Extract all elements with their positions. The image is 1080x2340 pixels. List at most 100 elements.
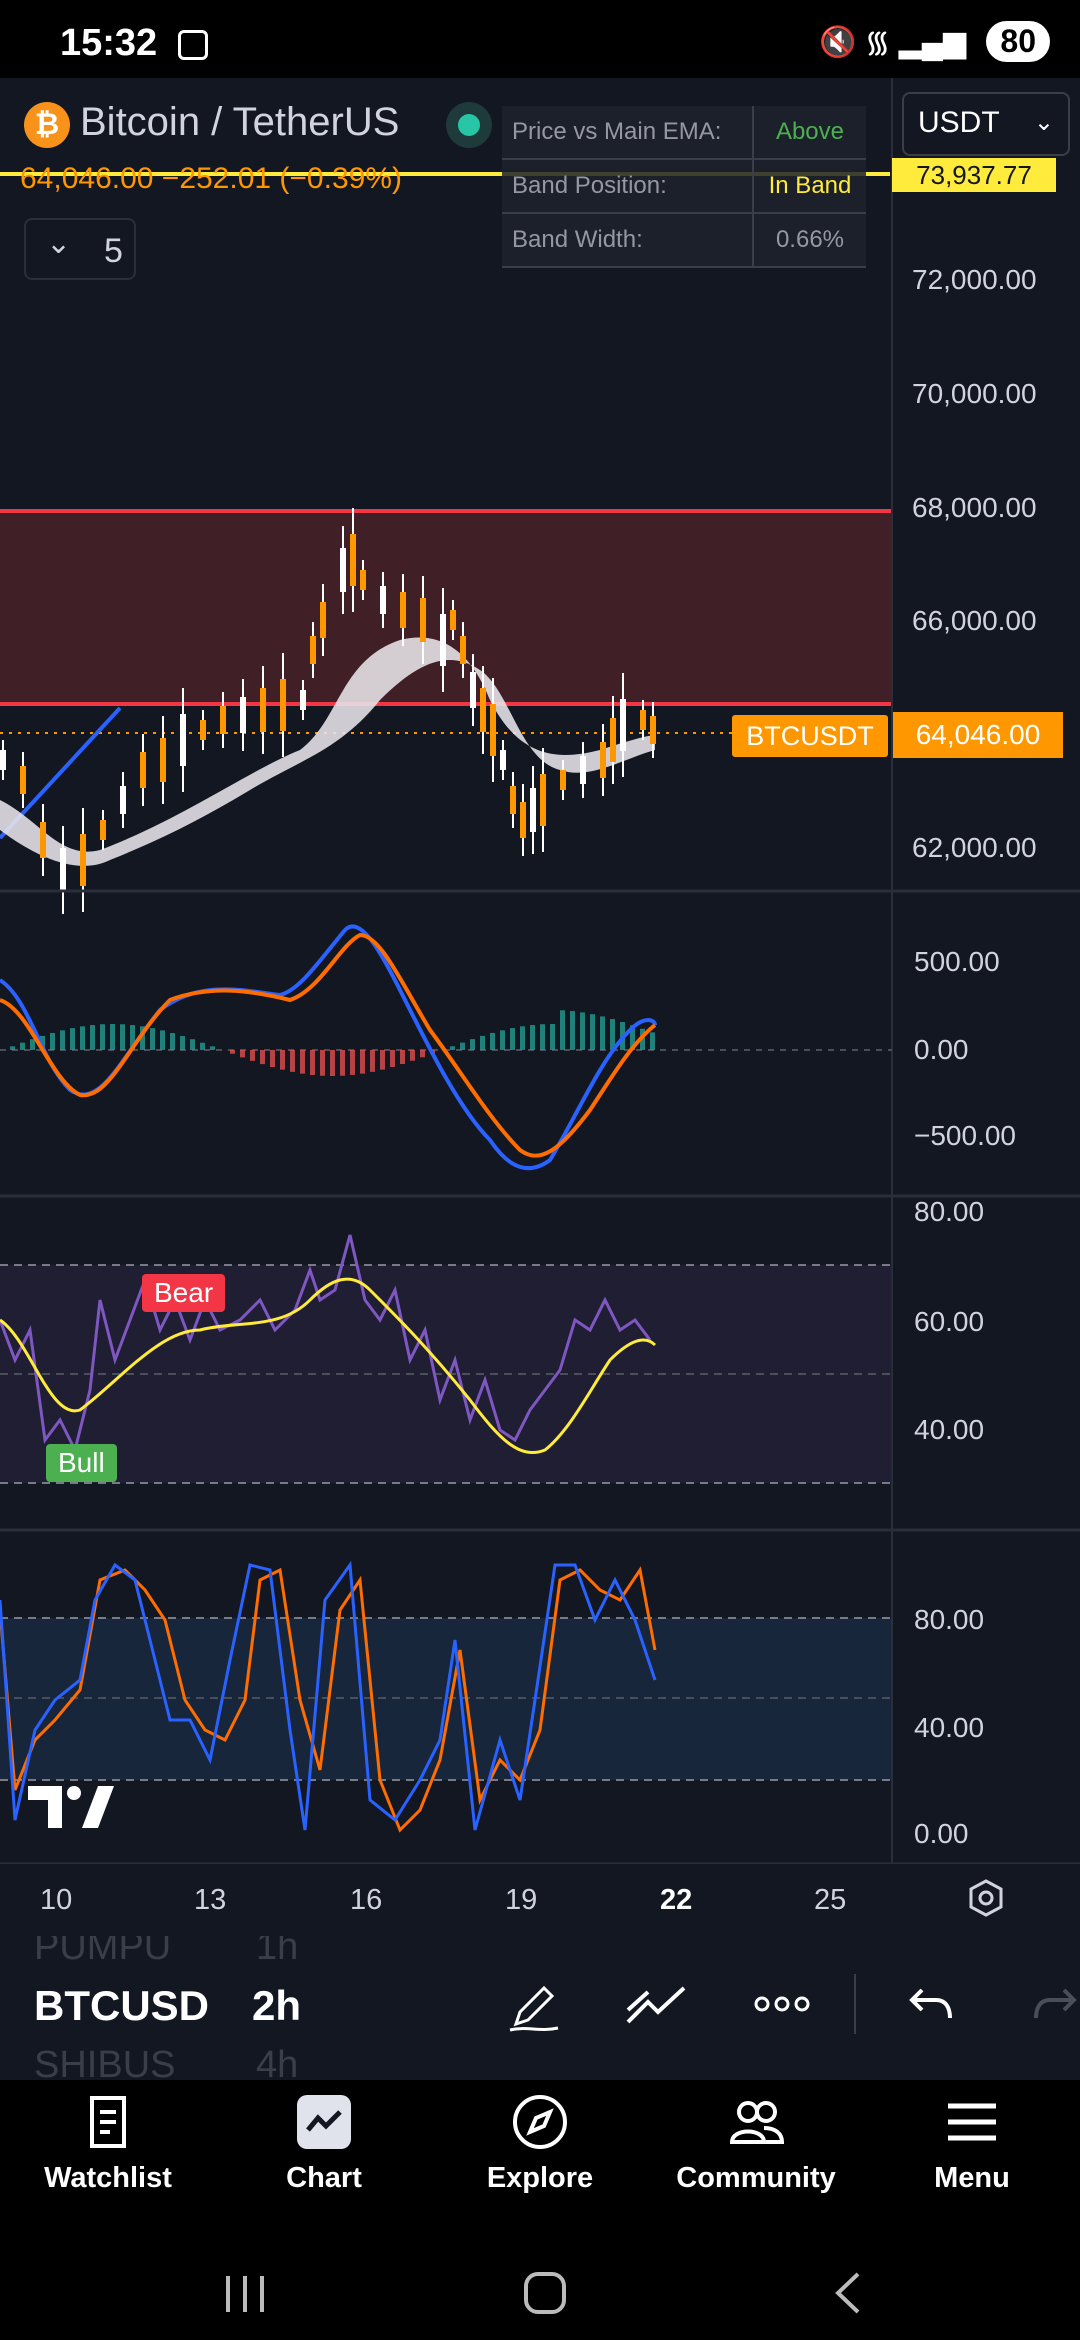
currency-select[interactable]: USDT ⌄	[902, 92, 1070, 156]
macd-hist-bar	[570, 1011, 575, 1050]
high-price-tag: 73,937.77	[892, 158, 1056, 192]
tab-label: Watchlist	[44, 2162, 172, 2194]
screen-record-icon	[178, 30, 208, 60]
pencil-icon[interactable]	[506, 1978, 562, 2039]
ema-row-label: Band Width:	[502, 213, 753, 268]
candle-body	[120, 786, 126, 814]
signal-icon: ▂▄▆	[898, 26, 967, 59]
interval-list-item[interactable]: 4h	[256, 2044, 298, 2078]
price-axis-label: 72,000.00	[912, 264, 1037, 295]
macd-hist-bar	[460, 1042, 465, 1050]
tradingview-logo	[28, 1786, 114, 1839]
symbol-list-item[interactable]: SHIBUS	[34, 2044, 175, 2078]
macd-hist-bar	[280, 1050, 285, 1070]
tab-community[interactable]: Community	[666, 2092, 846, 2195]
macd-hist-bar	[70, 1028, 75, 1050]
candle-body	[60, 848, 66, 892]
symbol-title[interactable]: Bitcoin / TetherUS	[80, 100, 399, 145]
time-axis[interactable]: 10 13 16 19 22 25	[0, 1864, 1080, 1934]
macd-hist-bar	[330, 1050, 335, 1076]
candle-body	[480, 688, 486, 732]
price-axis-label: 68,000.00	[912, 492, 1037, 523]
time-axis-label: 19	[505, 1884, 538, 1916]
macd-hist-bar	[80, 1026, 85, 1050]
candle-body	[160, 738, 166, 782]
candle-body	[510, 786, 516, 814]
wifi-icon: ᯾	[864, 26, 891, 59]
macd-hist-bar	[180, 1035, 185, 1050]
undo-icon[interactable]	[906, 1980, 956, 2035]
ema-row-value: In Band	[751, 159, 866, 214]
macd-hist-bar	[480, 1035, 485, 1050]
macd-hist-bar	[110, 1024, 115, 1050]
candle-body	[280, 679, 286, 731]
symbol-interval-picker[interactable]: PUMPU 1h BTCUSD 2h SHIBUS 4h	[0, 1936, 1080, 2078]
interval-list-item[interactable]: 2h	[252, 1982, 301, 2030]
resistance-zone	[0, 510, 892, 705]
candle-body	[610, 718, 616, 762]
ema-status-table: Price vs Main EMA: Above Band Position: …	[502, 106, 866, 268]
price-axis-label: 66,000.00	[912, 605, 1037, 636]
recent-apps-icon[interactable]	[220, 2272, 270, 2316]
more-icon[interactable]	[752, 1984, 812, 2029]
symbol-list-item[interactable]: BTCUSD	[34, 1982, 209, 2030]
home-icon[interactable]	[522, 2270, 568, 2316]
tab-explore[interactable]: Explore	[450, 2092, 630, 2195]
gear-icon[interactable]	[966, 1878, 1006, 1918]
macd-hist-bar	[350, 1050, 355, 1075]
candle-body	[500, 750, 506, 770]
candle-body	[420, 598, 426, 642]
chevron-down-icon: ⌄	[1033, 109, 1054, 136]
candle-body	[300, 690, 306, 710]
battery-indicator: 80	[986, 21, 1050, 62]
candle-body	[310, 636, 316, 664]
macd-hist-bar	[240, 1050, 245, 1058]
market-status-icon[interactable]	[446, 102, 492, 148]
interval-list-item[interactable]: 1h	[256, 1936, 298, 1969]
macd-hist-bar	[320, 1050, 325, 1076]
candle-body	[20, 766, 26, 794]
symbol-list-item[interactable]: PUMPU	[34, 1936, 171, 1969]
bitcoin-icon: ₿	[24, 102, 70, 148]
ema-row-value: Above	[751, 106, 866, 160]
macd-hist-bar	[150, 1028, 155, 1050]
candle-body	[520, 802, 526, 838]
macd-hist-bar	[490, 1032, 495, 1050]
candle-body	[580, 756, 586, 784]
indicators-toggle-button[interactable]: ⌄ 5	[24, 218, 136, 280]
tab-label: Explore	[486, 2162, 594, 2194]
compass-icon	[513, 2095, 567, 2149]
indicators-count: 5	[104, 232, 123, 270]
redo-icon[interactable]	[1034, 1980, 1080, 2035]
candle-body	[490, 704, 496, 756]
macd-hist-bar	[590, 1014, 595, 1050]
macd-hist-bar	[420, 1050, 425, 1058]
tab-chart[interactable]: Chart	[234, 2092, 414, 2195]
candle-body	[620, 699, 626, 751]
candle-body	[260, 688, 266, 732]
candle-body	[200, 720, 206, 740]
candle-body	[380, 586, 386, 614]
candle-body	[540, 774, 546, 826]
candle-body	[530, 788, 536, 832]
candle-body	[40, 822, 46, 858]
macd-hist-bar	[50, 1032, 55, 1050]
candle-body	[220, 706, 226, 734]
macd-hist-bar	[250, 1050, 255, 1061]
tab-watchlist[interactable]: Watchlist	[18, 2092, 198, 2195]
candle-body	[140, 752, 146, 788]
back-icon[interactable]	[830, 2270, 866, 2316]
macd-hist-bar	[360, 1050, 365, 1074]
rsi-axis-label: 60.00	[914, 1306, 985, 1337]
macd-hist-bar	[310, 1050, 315, 1075]
candle-body	[440, 614, 446, 666]
trend-line-icon[interactable]	[624, 1978, 688, 2039]
macd-hist-bar	[390, 1050, 395, 1067]
candle-body	[650, 716, 656, 744]
macd-hist-bar	[580, 1012, 585, 1050]
time-axis-label: 22	[660, 1884, 693, 1916]
price-axis-label: 62,000.00	[912, 832, 1037, 863]
macd-hist-bar	[270, 1050, 275, 1068]
tab-menu[interactable]: Menu	[882, 2092, 1062, 2195]
table-row: Band Position: In Band	[502, 159, 866, 214]
